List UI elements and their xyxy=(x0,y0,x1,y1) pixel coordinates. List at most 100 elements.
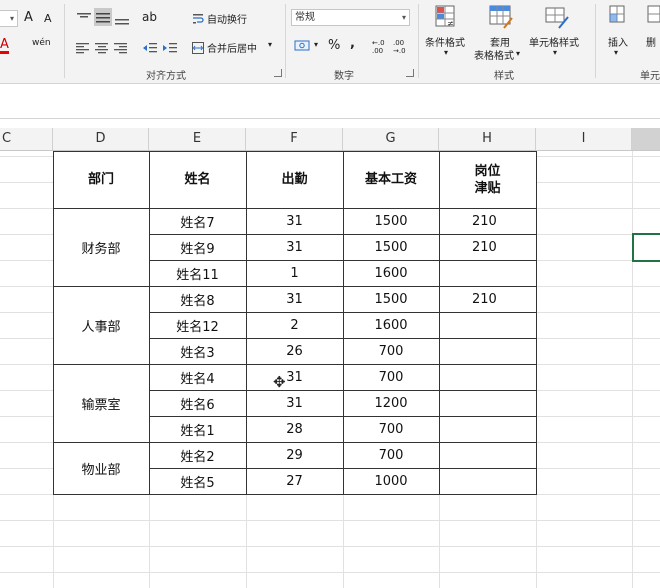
attendance-cell[interactable]: 31 xyxy=(246,390,343,416)
insert-icon[interactable] xyxy=(606,4,630,30)
insert-button[interactable]: 插入 xyxy=(608,34,628,49)
delete-icon[interactable] xyxy=(645,4,660,30)
format-table-button[interactable]: 表格格式 xyxy=(474,47,514,62)
salary-cell[interactable]: 700 xyxy=(343,338,439,364)
name-cell[interactable]: 姓名11 xyxy=(149,260,246,286)
attendance-cell[interactable]: 2 xyxy=(246,312,343,338)
salary-cell[interactable]: 1500 xyxy=(343,286,439,312)
delete-button[interactable]: 删 xyxy=(646,34,656,49)
attendance-cell[interactable]: 31 xyxy=(246,234,343,260)
salary-cell[interactable]: 1500 xyxy=(343,234,439,260)
indent-decrease-icon[interactable] xyxy=(142,39,158,53)
conditional-format-icon[interactable]: ≠ xyxy=(434,4,458,30)
attendance-cell[interactable]: 29 xyxy=(246,442,343,468)
dept-cell[interactable]: 输票室 xyxy=(53,364,149,442)
salary-cell[interactable]: 1200 xyxy=(343,390,439,416)
align-middle-button[interactable] xyxy=(94,8,112,26)
header-salary[interactable]: 基本工资 xyxy=(343,151,439,208)
salary-cell[interactable]: 700 xyxy=(343,416,439,442)
align-center-icon[interactable] xyxy=(95,39,109,54)
orientation-button[interactable]: ab xyxy=(142,10,157,24)
allowance-cell[interactable]: 210 xyxy=(439,286,536,312)
attendance-cell[interactable]: 27 xyxy=(246,468,343,494)
name-cell[interactable]: 姓名8 xyxy=(149,286,246,312)
merge-center-button[interactable]: 合并后居中 xyxy=(207,40,257,55)
name-cell[interactable]: 姓名4 xyxy=(149,364,246,390)
allowance-cell[interactable] xyxy=(439,468,536,494)
worksheet-grid[interactable]: 部门 姓名 出勤 基本工资 岗位 津贴 财务部 姓名7 31 1500 210 … xyxy=(0,151,660,588)
column-header-j[interactable] xyxy=(632,128,660,150)
allowance-cell[interactable] xyxy=(439,442,536,468)
phonetic-button[interactable]: wén xyxy=(32,38,51,48)
merge-dropdown-icon[interactable]: ▾ xyxy=(268,40,272,49)
font-size-combo[interactable]: ▾ xyxy=(0,10,18,27)
allowance-cell[interactable] xyxy=(439,260,536,286)
name-cell[interactable]: 姓名1 xyxy=(149,416,246,442)
cell-styles-icon[interactable] xyxy=(544,4,570,30)
column-header-e[interactable]: E xyxy=(149,128,246,150)
currency-dropdown-icon[interactable]: ▾ xyxy=(314,40,318,49)
header-attendance[interactable]: 出勤 xyxy=(246,151,343,208)
percent-button[interactable]: % xyxy=(328,38,340,53)
salary-cell[interactable]: 700 xyxy=(343,442,439,468)
allowance-cell[interactable] xyxy=(439,312,536,338)
align-bottom-button[interactable] xyxy=(114,10,130,25)
attendance-cell[interactable]: 1 xyxy=(246,260,343,286)
allowance-cell[interactable] xyxy=(439,338,536,364)
active-cell-selection[interactable] xyxy=(632,233,660,262)
name-cell[interactable]: 姓名9 xyxy=(149,234,246,260)
column-header-i[interactable]: I xyxy=(536,128,632,150)
name-cell[interactable]: 姓名7 xyxy=(149,208,246,234)
allowance-cell[interactable] xyxy=(439,390,536,416)
currency-icon[interactable] xyxy=(294,38,312,52)
dept-cell[interactable]: 财务部 xyxy=(53,208,149,286)
align-top-button[interactable] xyxy=(76,10,92,24)
salary-cell[interactable]: 1000 xyxy=(343,468,439,494)
name-cell[interactable]: 姓名6 xyxy=(149,390,246,416)
attendance-cell[interactable]: 31 xyxy=(246,286,343,312)
column-header-c[interactable]: C xyxy=(0,128,53,150)
column-header-f[interactable]: F xyxy=(246,128,343,150)
font-color-button[interactable]: A xyxy=(0,38,9,54)
name-cell[interactable]: 姓名12 xyxy=(149,312,246,338)
allowance-cell[interactable]: 210 xyxy=(439,208,536,234)
number-format-combo[interactable]: 常规 ▾ xyxy=(291,9,410,26)
column-header-h[interactable]: H xyxy=(439,128,536,150)
column-header-g[interactable]: G xyxy=(343,128,439,150)
alignment-launcher-icon[interactable] xyxy=(274,69,282,77)
attendance-cell[interactable]: 26 xyxy=(246,338,343,364)
attendance-cell[interactable]: 28 xyxy=(246,416,343,442)
table-format-icon[interactable] xyxy=(488,4,514,30)
header-allowance[interactable]: 岗位 津贴 xyxy=(439,151,536,208)
indent-increase-icon[interactable] xyxy=(162,39,178,53)
dept-cell[interactable]: 物业部 xyxy=(53,442,149,494)
cell-styles-button[interactable]: 单元格样式 xyxy=(529,34,579,49)
name-cell[interactable]: 姓名2 xyxy=(149,442,246,468)
font-grow-button[interactable]: A xyxy=(24,10,33,25)
allowance-cell[interactable] xyxy=(439,364,536,390)
attendance-cell[interactable]: 31 xyxy=(246,208,343,234)
salary-cell[interactable]: 1600 xyxy=(343,260,439,286)
name-cell[interactable]: 姓名5 xyxy=(149,468,246,494)
font-shrink-button[interactable]: A xyxy=(44,12,52,25)
chevron-down-icon: ▾ xyxy=(401,13,406,22)
column-header-d[interactable]: D xyxy=(53,128,149,150)
allowance-cell[interactable] xyxy=(439,416,536,442)
comma-button[interactable]: , xyxy=(350,36,355,51)
allowance-cell[interactable]: 210 xyxy=(439,234,536,260)
header-dept[interactable]: 部门 xyxy=(53,151,149,208)
header-name[interactable]: 姓名 xyxy=(149,151,246,208)
align-right-icon[interactable] xyxy=(114,39,128,54)
align-left-icon[interactable] xyxy=(76,39,90,54)
increase-decimal-button[interactable]: ←.0 .00 xyxy=(372,39,390,55)
attendance-cell[interactable]: 31 xyxy=(246,364,343,390)
name-cell[interactable]: 姓名3 xyxy=(149,338,246,364)
salary-cell[interactable]: 700 xyxy=(343,364,439,390)
salary-cell[interactable]: 1500 xyxy=(343,208,439,234)
salary-cell[interactable]: 1600 xyxy=(343,312,439,338)
decrease-decimal-button[interactable]: .00 →.0 xyxy=(393,39,411,55)
number-launcher-icon[interactable] xyxy=(406,69,414,77)
dept-cell[interactable]: 人事部 xyxy=(53,286,149,364)
conditional-format-button[interactable]: 条件格式 xyxy=(425,34,465,49)
wrap-text-button[interactable]: 自动换行 xyxy=(207,11,247,26)
